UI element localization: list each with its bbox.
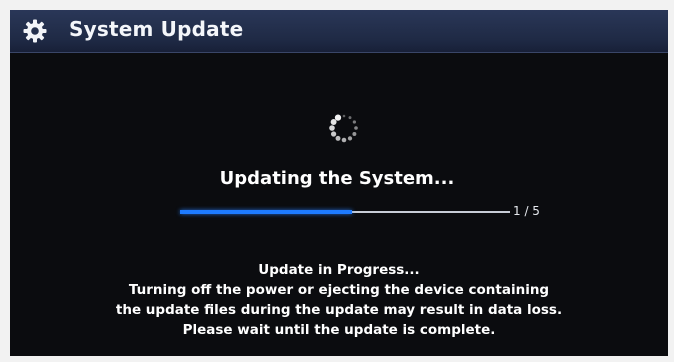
spinner-dot (352, 120, 357, 124)
spinner-dot (354, 126, 358, 130)
progress-counter: 1 / 5 (513, 204, 540, 218)
spinner-dot (334, 114, 342, 121)
spinner-dot (341, 137, 347, 143)
progress-bar (180, 210, 510, 214)
message-line-3: the update files during the update may r… (115, 302, 563, 318)
spinner-dot (329, 125, 335, 131)
message-line-1: Update in Progress... (258, 262, 420, 278)
update-message: Update in Progress... Turning off the po… (10, 260, 668, 340)
spinner-dot (330, 131, 337, 137)
message-line-4: Please wait until the update is complete… (182, 322, 496, 338)
page-title: System Update (69, 17, 244, 41)
message-line-2: Turning off the power or ejecting the de… (128, 282, 550, 298)
progress-fill (180, 210, 352, 214)
spinner-dot (335, 135, 341, 141)
gear-icon (23, 19, 47, 43)
spinner-dot (348, 116, 352, 120)
spinner-dot (347, 136, 353, 141)
status-title: Updating the System... (219, 168, 455, 189)
loading-spinner-icon (326, 110, 362, 146)
spinner-dot (330, 119, 337, 125)
update-screen: System Update Updating the System... 1 /… (10, 10, 668, 356)
spinner-dot (342, 114, 346, 118)
title-bar: System Update (10, 10, 668, 53)
spinner-dot (352, 132, 357, 136)
